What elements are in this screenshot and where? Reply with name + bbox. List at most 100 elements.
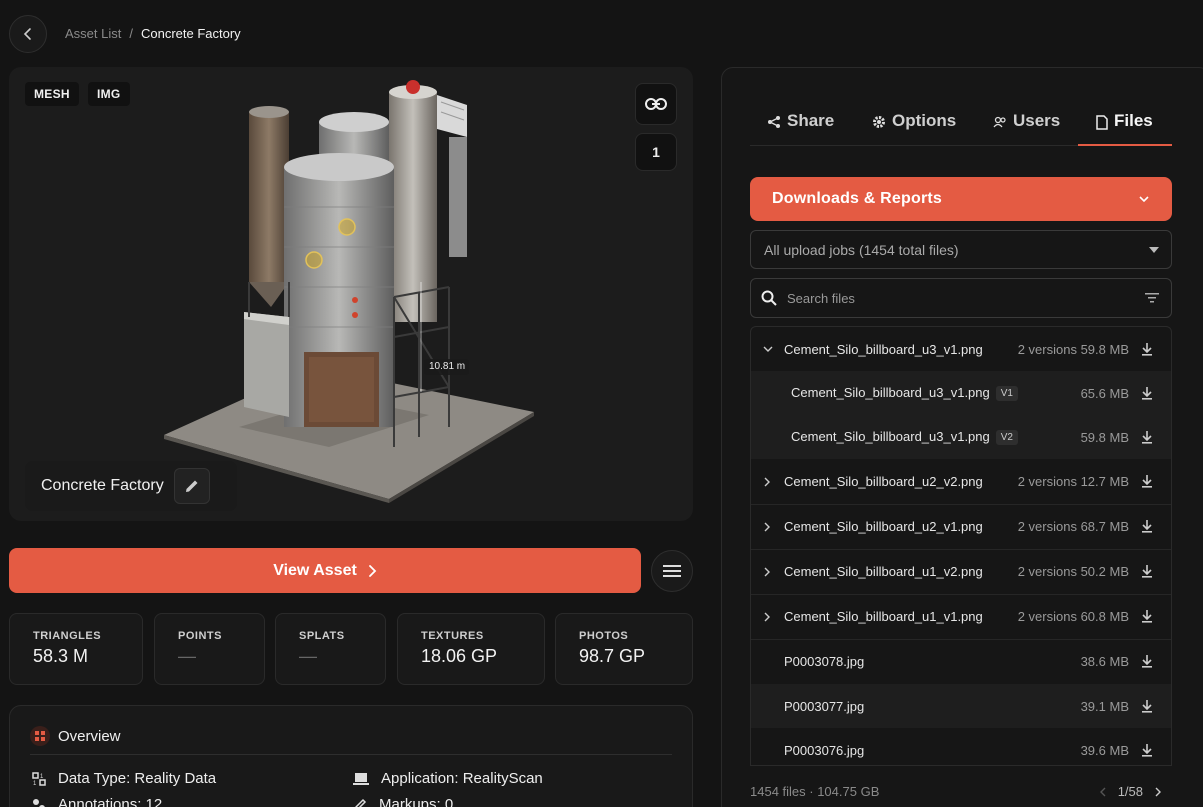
chevron-down-icon[interactable]	[751, 346, 784, 353]
chevron-right-icon[interactable]	[751, 567, 784, 577]
download-icon[interactable]	[1141, 655, 1171, 668]
stat-label: TEXTURES	[421, 630, 484, 642]
file-row[interactable]: P0003078.jpg 38.6 MB	[751, 639, 1171, 684]
file-icon	[1096, 115, 1108, 130]
svg-text:1: 1	[33, 781, 37, 786]
breadcrumb: Asset List / Concrete Factory	[65, 26, 241, 41]
file-name: P0003076.jpg	[784, 742, 865, 758]
download-icon[interactable]	[1141, 342, 1171, 356]
file-row[interactable]: Cement_Silo_billboard_u2_v1.png 2 versio…	[751, 504, 1171, 549]
tab-label: Users	[1013, 111, 1061, 130]
caret-down-icon	[1149, 246, 1159, 253]
mesh-tag[interactable]: MESH	[25, 82, 79, 106]
chevron-right-icon[interactable]	[751, 477, 784, 487]
filter-icon[interactable]	[1145, 293, 1159, 303]
breadcrumb-current: Concrete Factory	[140, 26, 241, 41]
overview-annotations: Annotations: 12	[32, 796, 162, 807]
upload-jobs-select[interactable]: All upload jobs (1454 total files)	[750, 230, 1172, 269]
chevron-left-icon	[23, 28, 31, 40]
back-button[interactable]	[9, 15, 47, 53]
download-icon[interactable]	[1141, 610, 1171, 623]
stat-label: PHOTOS	[579, 630, 629, 642]
pagination: 1/58	[1099, 784, 1172, 799]
menu-button[interactable]	[651, 550, 693, 592]
tab-share[interactable]: Share	[767, 106, 834, 146]
file-name: P0003078.jpg	[784, 654, 865, 669]
tab-files[interactable]: Files	[1078, 106, 1172, 146]
file-meta: 2 versions 59.8 MB	[1017, 341, 1129, 357]
overview-text: Annotations: 12	[58, 796, 163, 807]
stat-label: POINTS	[178, 630, 222, 642]
img-tag[interactable]: IMG	[88, 82, 130, 106]
file-row[interactable]: Cement_Silo_billboard_u3_v1.png 2 versio…	[751, 327, 1171, 371]
prev-page-icon[interactable]	[1099, 787, 1106, 797]
download-icon[interactable]	[1141, 520, 1171, 533]
stat-points: POINTS —	[154, 613, 265, 685]
file-row[interactable]: P0003076.jpg 39.6 MB	[751, 728, 1171, 765]
breadcrumb-asset-list[interactable]: Asset List	[65, 26, 121, 41]
file-name: Cement_Silo_billboard_u2_v2.png	[784, 474, 983, 489]
overview-divider	[30, 754, 672, 755]
search-input[interactable]	[787, 290, 1135, 306]
stat-splats: SPLATS —	[275, 613, 386, 685]
file-meta: 39.1 MB	[1080, 698, 1129, 714]
file-name: Cement_Silo_billboard_u3_v1.png	[791, 429, 990, 444]
file-name: Cement_Silo_billboard_u3_v1.png	[791, 385, 990, 400]
file-name: Cement_Silo_billboard_u3_v1.png	[784, 341, 983, 357]
tab-options[interactable]: Options	[872, 106, 956, 146]
file-meta: 65.6 MB	[1080, 385, 1129, 401]
download-icon[interactable]	[1141, 430, 1171, 444]
file-row[interactable]: Cement_Silo_billboard_u1_v1.png 2 versio…	[751, 594, 1171, 639]
chevron-right-icon[interactable]	[751, 522, 784, 532]
users-icon	[993, 116, 1006, 128]
tab-users[interactable]: Users	[993, 106, 1060, 146]
stat-textures: TEXTURES 18.06 GP	[397, 613, 545, 685]
model-viewer[interactable]: 10.81 m MESH IMG 1 Concrete Factory	[9, 67, 693, 521]
file-meta: 2 versions 68.7 MB	[1017, 519, 1129, 534]
stat-value: —	[299, 646, 317, 666]
application-icon	[353, 772, 369, 785]
annotations-icon	[33, 798, 45, 807]
downloads-label: Downloads & Reports	[772, 190, 943, 207]
file-row[interactable]: Cement_Silo_billboard_u2_v2.png 2 versio…	[751, 459, 1171, 504]
stat-photos: PHOTOS 98.7 GP	[555, 613, 693, 685]
page-indicator: 1/58	[1117, 784, 1143, 799]
file-version-row[interactable]: Cement_Silo_billboard_u3_v1.png V1 65.6 M…	[751, 371, 1171, 415]
download-icon[interactable]	[1141, 386, 1171, 400]
stat-value: 98.7 GP	[579, 646, 646, 666]
overview-card: Overview 11 Data Type: Reality Data Appl…	[9, 705, 693, 807]
file-row[interactable]: P0003077.jpg 39.1 MB	[751, 684, 1171, 728]
file-version-row[interactable]: Cement_Silo_billboard_u3_v1.png V2 59.8 M…	[751, 415, 1171, 459]
next-page-icon[interactable]	[1155, 787, 1162, 797]
file-meta: 39.6 MB	[1080, 742, 1129, 758]
svg-text:1: 1	[40, 774, 44, 780]
tab-label: Options	[892, 111, 957, 130]
chevron-right-icon[interactable]	[751, 612, 784, 622]
download-icon[interactable]	[1141, 475, 1171, 488]
file-row[interactable]: Cement_Silo_billboard_u1_v2.png 2 versio…	[751, 549, 1171, 594]
upload-jobs-value: All upload jobs (1454 total files)	[764, 241, 959, 258]
file-list: Cement_Silo_billboard_u3_v1.png 2 versio…	[750, 326, 1172, 766]
count-button[interactable]: 1	[635, 133, 677, 171]
file-meta: 2 versions 50.2 MB	[1017, 564, 1129, 579]
file-name: Cement_Silo_billboard_u1_v1.png	[784, 609, 983, 624]
downloads-reports-button[interactable]: Downloads & Reports	[750, 177, 1172, 221]
file-meta: 2 versions 60.8 MB	[1017, 609, 1129, 624]
measurement-label: 10.81 m	[429, 361, 466, 372]
download-icon[interactable]	[1141, 565, 1171, 578]
overview-markups: Markups: 0	[353, 796, 453, 807]
edit-name-button[interactable]	[173, 468, 210, 504]
overview-application: Application: RealityScan	[353, 770, 543, 787]
stat-label: SPLATS	[299, 630, 345, 642]
file-meta: 38.6 MB	[1080, 654, 1129, 669]
download-icon[interactable]	[1141, 699, 1171, 713]
stat-triangles: TRIANGLES 58.3 M	[9, 613, 143, 685]
overview-text: Application: RealityScan	[381, 770, 543, 787]
hamburger-icon	[663, 565, 681, 577]
download-icon[interactable]	[1141, 743, 1171, 757]
version-badge: V1	[995, 386, 1018, 401]
view-asset-button[interactable]: View Asset	[9, 548, 641, 593]
pencil-icon	[185, 480, 198, 492]
factory-model-render	[164, 80, 534, 503]
copy-link-button[interactable]	[635, 83, 677, 125]
